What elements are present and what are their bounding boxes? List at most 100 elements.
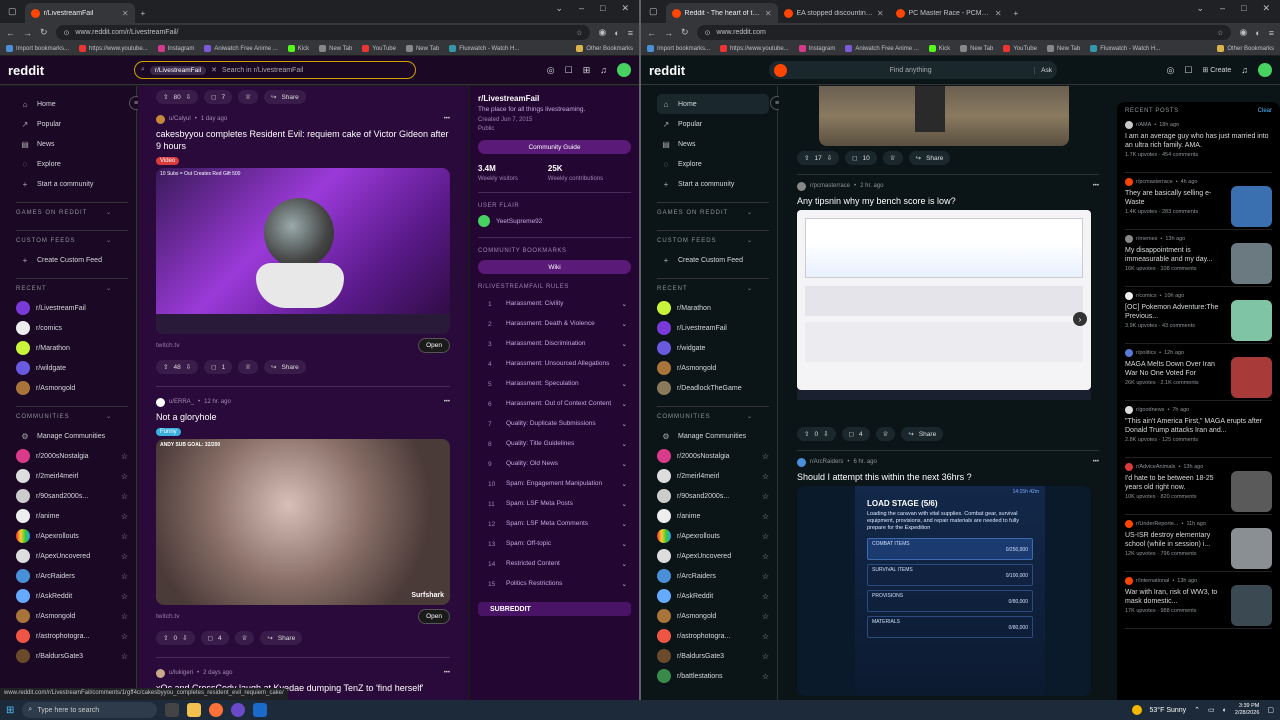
close-tab-icon[interactable]: ✕ [765, 9, 772, 18]
notifications-icon[interactable]: ♫ [600, 65, 607, 75]
nav-popular[interactable]: ↗ Popular [657, 114, 769, 134]
recent-item[interactable]: r/Asmongold [16, 378, 128, 398]
post-card[interactable]: r/ArcRaiders • 6 hr. ago ••• Should I attem… [797, 455, 1099, 696]
community-item[interactable]: r/BaldursGate3 ☆ [657, 646, 769, 666]
recent-item[interactable]: r/Marathon [657, 298, 769, 318]
chip-close-icon[interactable]: ✕ [211, 66, 217, 74]
carousel-next-icon[interactable]: › [1073, 312, 1087, 326]
notifications-icon[interactable]: ▢ [1267, 706, 1274, 714]
more-options-icon[interactable]: ••• [444, 399, 450, 405]
back-icon[interactable]: ← [647, 28, 656, 38]
close-tab-icon[interactable]: ✕ [877, 9, 884, 18]
comments-button[interactable]: ◻ 7 [204, 90, 233, 104]
recent-post-title[interactable]: I am an average guy who has just married… [1125, 132, 1272, 150]
bookmark-item[interactable]: https://www.youtube... [79, 45, 148, 52]
community-item[interactable]: r/ApexUncovered ☆ [16, 546, 128, 566]
bookmark-item[interactable]: New Tab [319, 45, 352, 52]
post-author[interactable]: u/Calyul [169, 116, 191, 122]
tab-reddit-home[interactable]: Reddit - The heart of the intern✕ [665, 3, 778, 23]
more-options-icon[interactable]: ••• [1093, 459, 1099, 465]
community-guide-button[interactable]: Community Guide [478, 140, 631, 154]
reload-icon[interactable]: ↻ [681, 27, 689, 38]
rule-item[interactable]: 1 Harassment: Civility ⌄ [478, 294, 631, 314]
menu-icon[interactable]: ≡ [1269, 28, 1274, 38]
open-button[interactable]: Open [418, 337, 450, 353]
community-item[interactable]: r/astrophotogra... ☆ [657, 626, 769, 646]
tab-livestreamfail[interactable]: r/LivestreamFail ✕ [24, 3, 135, 23]
recent-item[interactable]: r/wildgate [16, 358, 128, 378]
recent-post-subreddit[interactable]: r/UnderReporte... [1136, 521, 1179, 527]
bookmark-item[interactable]: YouTube [1003, 45, 1037, 52]
recent-post-thumbnail[interactable] [1231, 471, 1272, 512]
community-item[interactable]: r/2meirl4meirl ☆ [16, 466, 128, 486]
tab-search-icon[interactable]: ▢ [641, 6, 666, 23]
bookmark-item[interactable]: Instagram [157, 45, 194, 52]
share-button[interactable]: ↪ Share [264, 90, 306, 104]
vote-control[interactable]: ⇧ 0 ⇩ [797, 427, 836, 441]
post-card[interactable]: u/Calyul • 1 day ago ••• cakesbyyou complet… [138, 108, 468, 382]
community-item[interactable]: r/90sand2000s... ☆ [657, 486, 769, 506]
bookmark-item[interactable]: Kick [928, 45, 950, 52]
tab-ea-discounts[interactable]: EA stopped discounting older E✕ [778, 3, 890, 23]
award-button[interactable]: ♕ [234, 631, 255, 645]
recent-post-title[interactable]: They are basically selling e-Waste [1125, 189, 1227, 207]
post-title[interactable]: cakesbyyou completes Resident Evil: requ… [156, 128, 450, 152]
post-image[interactable] [819, 86, 1069, 146]
rule-item[interactable]: 13 Spam: Off-topic ⌄ [478, 534, 631, 554]
clock[interactable]: 3:39 PM 2/28/2026 [1235, 703, 1259, 717]
post-title[interactable]: Should I attempt this within the next 36… [797, 471, 1099, 483]
task-view-icon[interactable] [165, 703, 180, 717]
manage-communities[interactable]: ⚙ Manage Communities [657, 426, 769, 446]
create-custom-feed[interactable]: + Create Custom Feed [657, 250, 769, 270]
share-button[interactable]: ↪ Share [908, 151, 951, 165]
community-item[interactable]: r/AskReddit ☆ [16, 586, 128, 606]
community-item[interactable]: r/Apexrollouts ☆ [657, 526, 769, 546]
community-item[interactable]: r/Asmongold ☆ [657, 606, 769, 626]
search-subreddit-chip[interactable]: r/LivestreamFail [149, 65, 207, 75]
clear-button[interactable]: Clear [1258, 108, 1272, 114]
search-bar[interactable]: ⌕ r/LivestreamFail ✕ Search in r/Livestr… [134, 61, 416, 79]
section-games[interactable]: GAMES ON REDDIT ⌄ [16, 202, 128, 222]
recent-post-item[interactable]: r/comics • 10h ago [OC] Pokemon Adventure:T… [1125, 287, 1272, 344]
notifications-icon[interactable]: ♫ [1241, 65, 1248, 75]
back-icon[interactable]: ← [6, 28, 15, 38]
section-recent[interactable]: RECENT ⌄ [657, 278, 769, 298]
community-item[interactable]: r/Asmongold ☆ [16, 606, 128, 626]
recent-post-title[interactable]: My disappointment is immeasurable and my… [1125, 246, 1227, 264]
rule-item[interactable]: 4 Harassment: Unsourced Allegations ⌄ [478, 354, 631, 374]
chat-icon[interactable]: ☐ [1184, 65, 1192, 76]
other-bookmarks[interactable]: Other Bookmarks [1217, 45, 1274, 52]
rule-item[interactable]: 2 Harassment: Death & Violence ⌄ [478, 314, 631, 334]
vote-control[interactable]: ⇧ 48 ⇩ [156, 360, 199, 374]
windows-start-icon[interactable]: ⊞ [6, 705, 14, 716]
recent-item[interactable]: r/Marathon [16, 338, 128, 358]
chevron-down-icon[interactable]: ⌄ [1196, 3, 1204, 14]
advertise-icon[interactable]: ◎ [1166, 65, 1174, 76]
comments-button[interactable]: ◻ 10 [845, 151, 877, 165]
post-author[interactable]: u/ERRA_ [169, 399, 194, 405]
site-info-icon[interactable]: ⊙ [64, 29, 70, 37]
weather-text[interactable]: 53°F Sunny [1150, 707, 1187, 714]
recent-post-subreddit[interactable]: r/politics [1136, 350, 1156, 356]
advertise-icon[interactable]: ◎ [547, 65, 555, 76]
menu-icon[interactable]: ≡ [628, 28, 633, 38]
rule-item[interactable]: 12 Spam: LSF Meta Comments ⌄ [478, 514, 631, 534]
award-button[interactable]: ♕ [875, 427, 896, 441]
steam-icon[interactable] [253, 703, 268, 717]
create-post-icon[interactable]: ⊞ [583, 65, 591, 76]
close-window-icon[interactable]: ✕ [621, 3, 629, 14]
recent-item[interactable]: r/DeadlockTheGame [657, 378, 769, 398]
community-item[interactable]: r/Apexrollouts ☆ [16, 526, 128, 546]
minimize-icon[interactable]: – [1220, 3, 1225, 14]
recent-post-thumbnail[interactable] [1231, 528, 1272, 569]
post-image[interactable]: 14:15h 42m LOAD STAGE (5/6) Loading the … [797, 486, 1091, 696]
recent-item[interactable]: r/LivestreamFail [657, 318, 769, 338]
recent-post-item[interactable]: r/AMA • 18h ago I am an average guy who has… [1125, 116, 1272, 173]
search-bar[interactable]: Find anything Ask [769, 61, 1057, 79]
recent-item[interactable]: r/LivestreamFail [16, 298, 128, 318]
url-field[interactable]: ⊙ www.reddit.com/r/LivestreamFail/ ☆ [55, 25, 591, 40]
community-item[interactable]: r/anime ☆ [657, 506, 769, 526]
chat-icon[interactable]: ☐ [565, 65, 573, 76]
recent-item[interactable]: r/widgate [657, 338, 769, 358]
ask-button[interactable]: Ask [1034, 66, 1052, 74]
